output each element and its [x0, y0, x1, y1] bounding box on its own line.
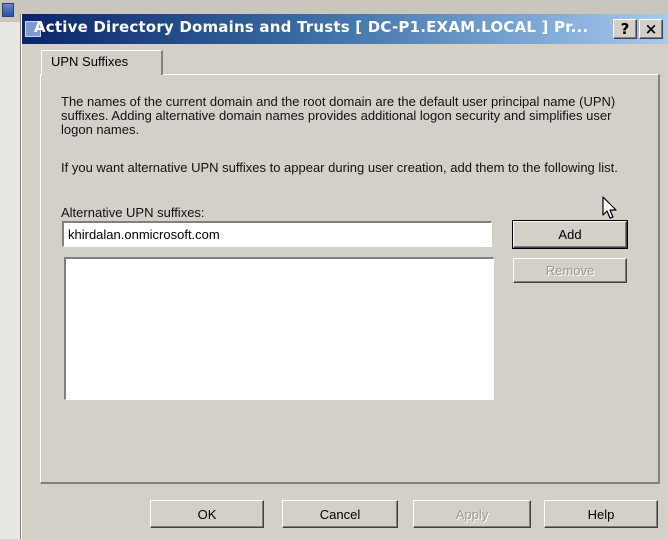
help-button[interactable]: Help — [544, 500, 658, 528]
upn-suffix-list[interactable] — [64, 257, 494, 400]
help-caption-button[interactable]: ? — [613, 19, 637, 39]
upn-suffixes-panel: The names of the current domain and the … — [40, 74, 660, 484]
window-title: Active Directory Domains and Trusts [ DC… — [34, 18, 589, 36]
remove-button[interactable]: Remove — [513, 258, 627, 283]
instruction-text: If you want alternative UPN suffixes to … — [61, 160, 618, 175]
title-bar[interactable]: Active Directory Domains and Trusts [ DC… — [22, 14, 668, 44]
upn-suffix-input[interactable] — [62, 221, 492, 247]
background-window-edge — [0, 22, 20, 539]
apply-button[interactable]: Apply — [413, 500, 531, 528]
mouse-pointer-icon — [602, 196, 617, 219]
tab-upn-suffixes[interactable]: UPN Suffixes — [41, 50, 163, 75]
description-text: The names of the current domain and the … — [61, 94, 616, 137]
cancel-button[interactable]: Cancel — [282, 500, 398, 528]
close-button[interactable]: × — [639, 19, 663, 39]
ok-button[interactable]: OK — [150, 500, 264, 528]
add-button[interactable]: Add — [512, 220, 628, 249]
properties-dialog: Active Directory Domains and Trusts [ DC… — [22, 14, 668, 539]
alternative-upn-label: Alternative UPN suffixes: — [61, 205, 205, 220]
background-app-icon — [2, 3, 14, 17]
